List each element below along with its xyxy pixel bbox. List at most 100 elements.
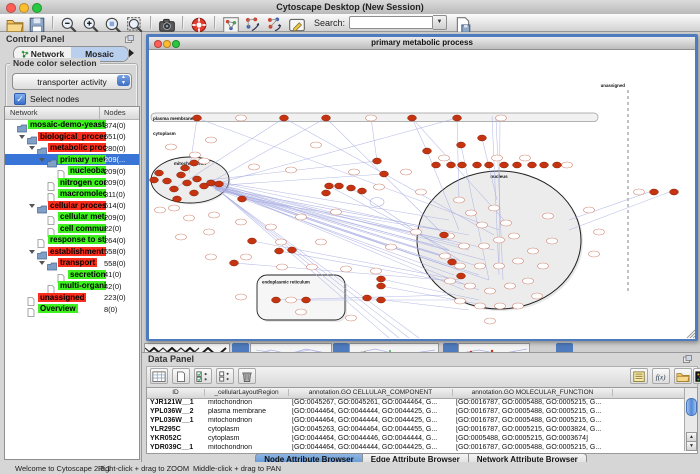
- network-node[interactable]: [347, 185, 356, 191]
- network-node[interactable]: [236, 115, 247, 121]
- network-node[interactable]: [173, 196, 182, 202]
- network-node[interactable]: [584, 207, 595, 213]
- network-node[interactable]: [181, 165, 190, 171]
- network-node[interactable]: [513, 303, 524, 309]
- tree-row[interactable]: cellular process614(0): [5, 200, 139, 212]
- network-node[interactable]: [594, 229, 605, 235]
- network-node[interactable]: [163, 178, 172, 184]
- network-node[interactable]: [316, 239, 327, 245]
- table-row[interactable]: YJR121W__1mitochondrion[GO:0045267, GO:0…: [147, 398, 685, 407]
- tree-row[interactable]: transport558(0): [5, 257, 139, 269]
- column-header[interactable]: annotation.GO CELLULAR_COMPONENT: [289, 389, 453, 396]
- zoom-in-icon[interactable]: [81, 15, 101, 31]
- network-node[interactable]: [193, 115, 202, 121]
- network-node[interactable]: [248, 238, 257, 244]
- tree-row[interactable]: nitrogen compo209(0): [5, 177, 139, 189]
- snapshot-camera-icon[interactable]: [157, 15, 177, 31]
- network-node[interactable]: [475, 263, 486, 269]
- help-icon[interactable]: [189, 15, 209, 31]
- network-node[interactable]: [230, 260, 239, 266]
- network-node[interactable]: [501, 220, 512, 226]
- search-dropdown-arrow-icon[interactable]: ▼: [433, 15, 447, 30]
- network-node[interactable]: [543, 213, 554, 219]
- minimize-window-icon[interactable]: [19, 3, 29, 13]
- network-node[interactable]: [479, 243, 490, 249]
- close-window-icon[interactable]: [6, 3, 16, 13]
- unselect-attributes-icon[interactable]: [216, 368, 234, 384]
- network-node[interactable]: [520, 155, 531, 161]
- network-node[interactable]: [439, 155, 450, 161]
- network-node[interactable]: [280, 115, 289, 121]
- background-window[interactable]: [556, 343, 573, 352]
- network-node[interactable]: [500, 162, 509, 168]
- network-node[interactable]: [190, 160, 199, 166]
- session-details-icon[interactable]: [453, 15, 473, 31]
- network-node[interactable]: [266, 224, 277, 230]
- network-node[interactable]: [473, 162, 482, 168]
- resize-grip-icon[interactable]: [687, 330, 695, 338]
- expander-icon[interactable]: [29, 250, 35, 254]
- table-row[interactable]: YDR039C__1mitochondrion[GO:0044464, GO:0…: [147, 443, 685, 452]
- network-node[interactable]: [440, 232, 449, 238]
- network-node[interactable]: [466, 210, 477, 216]
- tree-row[interactable]: nucleobase-209(0): [5, 165, 139, 177]
- network-node[interactable]: [538, 263, 549, 269]
- network-node[interactable]: [670, 189, 679, 195]
- background-window[interactable]: [443, 343, 458, 352]
- network-node[interactable]: [411, 229, 422, 235]
- network-node[interactable]: [528, 162, 537, 168]
- network-node[interactable]: [401, 169, 412, 175]
- zoom-window-icon[interactable]: [32, 3, 42, 13]
- network-node[interactable]: [176, 234, 187, 240]
- network-node[interactable]: [377, 297, 386, 303]
- tree-row[interactable]: unassigned223(0): [5, 292, 139, 304]
- layout-region-icon[interactable]: [265, 15, 285, 31]
- network-node[interactable]: [553, 162, 562, 168]
- network-node[interactable]: [494, 237, 505, 243]
- network-node[interactable]: [540, 162, 549, 168]
- network-node[interactable]: [307, 264, 318, 270]
- network-node[interactable]: [296, 309, 307, 315]
- network-node[interactable]: [528, 248, 539, 254]
- network-node[interactable]: [209, 212, 220, 218]
- network-node[interactable]: [170, 186, 179, 192]
- network-node[interactable]: [166, 144, 177, 150]
- network-node[interactable]: [513, 258, 524, 264]
- network-node[interactable]: [485, 162, 494, 168]
- network-node[interactable]: [286, 167, 297, 173]
- network-node[interactable]: [634, 189, 645, 195]
- matrix-view-icon[interactable]: [693, 368, 700, 384]
- zoom-out-icon[interactable]: [59, 15, 79, 31]
- network-node[interactable]: [458, 162, 467, 168]
- network-node[interactable]: [455, 298, 466, 304]
- network-node[interactable]: [457, 273, 466, 279]
- column-header[interactable]: annotation.GO MOLECULAR_FUNCTION: [453, 389, 613, 396]
- network-node[interactable]: [465, 283, 476, 289]
- tree-row[interactable]: mosaic-demo-yeast874(0): [5, 119, 139, 131]
- zoom-fit-icon[interactable]: [125, 15, 145, 31]
- network-node[interactable]: [455, 263, 466, 269]
- network-node[interactable]: [478, 135, 487, 141]
- network-node[interactable]: [199, 158, 210, 164]
- node-color-dropdown[interactable]: transporter activity ▲▼: [12, 73, 132, 90]
- network-node[interactable]: [346, 315, 357, 321]
- annotation-icon[interactable]: [287, 15, 307, 31]
- network-node[interactable]: [423, 148, 432, 154]
- attribute-select-table-icon[interactable]: [150, 368, 168, 384]
- network-node[interactable]: [366, 115, 377, 121]
- network-node[interactable]: [363, 295, 372, 301]
- network-node[interactable]: [416, 189, 427, 195]
- network-node[interactable]: [190, 190, 199, 196]
- maximize-view-icon[interactable]: [172, 40, 180, 48]
- network-node[interactable]: [215, 181, 224, 187]
- network-node[interactable]: [288, 247, 297, 253]
- table-row[interactable]: YPL036W__1mitochondrion[GO:0044464, GO:0…: [147, 416, 685, 425]
- network-node[interactable]: [532, 293, 543, 299]
- column-header[interactable]: ID: [147, 389, 205, 396]
- network-node[interactable]: [177, 172, 186, 178]
- network-node[interactable]: [190, 152, 201, 158]
- network-node[interactable]: [238, 196, 247, 202]
- network-node[interactable]: [373, 158, 382, 164]
- network-node[interactable]: [335, 183, 344, 189]
- expander-icon[interactable]: [29, 146, 35, 150]
